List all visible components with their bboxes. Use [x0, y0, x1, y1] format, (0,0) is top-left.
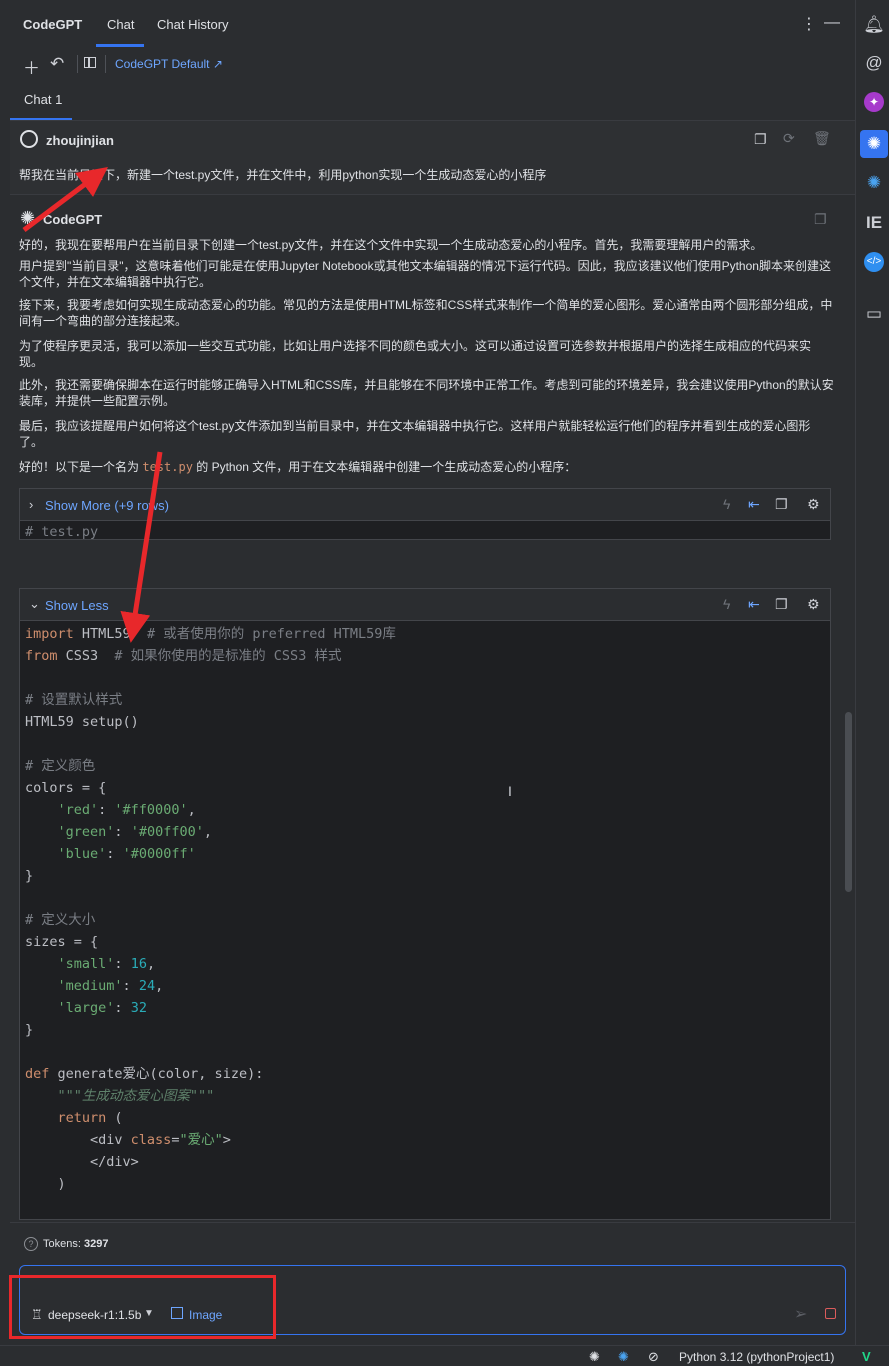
annotation-arrows: [22, 167, 163, 643]
highlight-box: [9, 1275, 276, 1339]
arrow-2: [120, 451, 163, 643]
arrow-1: [22, 167, 108, 232]
